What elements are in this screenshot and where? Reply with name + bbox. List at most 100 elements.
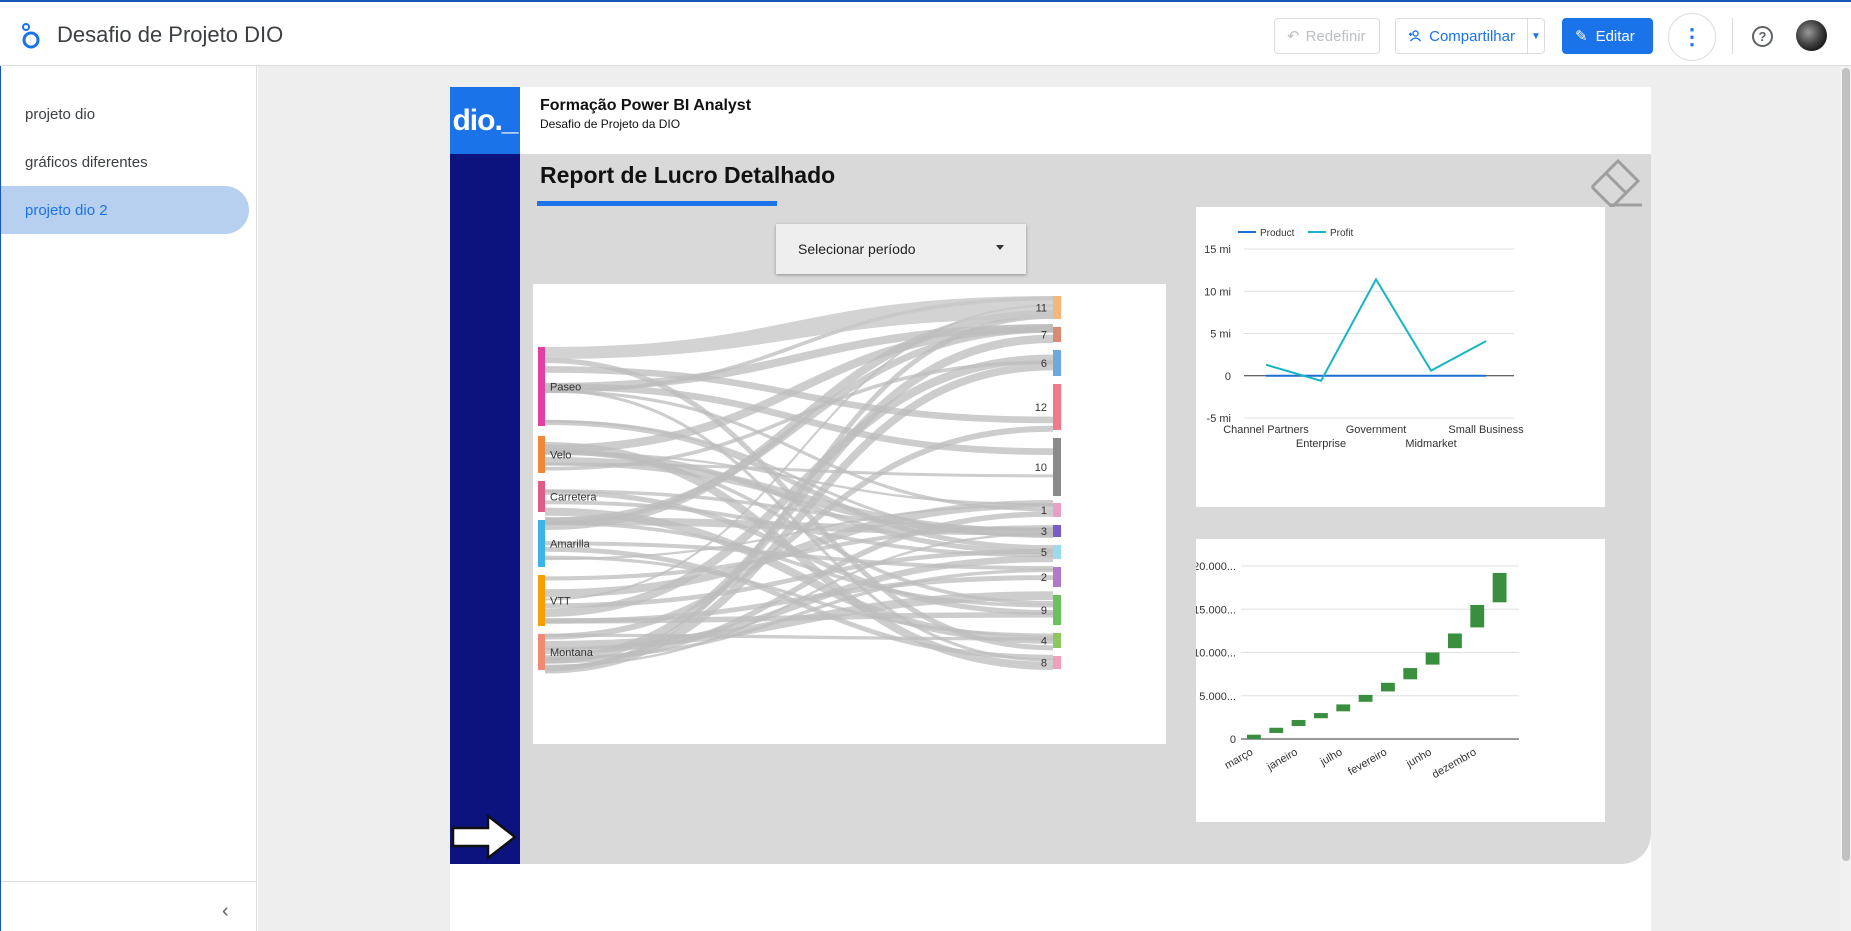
pages-sidebar: projeto dio gráficos diferentes projeto …	[0, 66, 257, 931]
y-tick-label: 10 mi	[1204, 286, 1231, 298]
x-tick-label: junho	[1404, 746, 1434, 770]
y-tick-label: 15.000...	[1196, 604, 1236, 616]
sankey-source-label: Amarilla	[550, 539, 591, 551]
legend-label: Product	[1260, 228, 1295, 239]
left-accent-bar	[450, 87, 520, 864]
collapse-sidebar-icon[interactable]: ‹	[222, 900, 229, 923]
share-dropdown-button[interactable]: ▼	[1527, 18, 1545, 54]
x-tick-label: Midmarket	[1405, 438, 1456, 450]
heading-underline	[537, 201, 777, 206]
waterfall-bar	[1247, 734, 1261, 739]
waterfall-bar	[1269, 727, 1284, 733]
sankey-source-node	[538, 436, 545, 473]
sankey-source-label: Carretera	[550, 492, 597, 504]
y-tick-label: 20.000...	[1196, 561, 1236, 573]
period-select-label: Selecionar período	[798, 241, 916, 257]
y-tick-label: 10.000...	[1196, 648, 1236, 660]
waterfall-bar	[1291, 719, 1306, 727]
sidebar-item-label: gráficos diferentes	[25, 153, 148, 171]
share-label: Compartilhar	[1429, 27, 1515, 45]
arrow-right-icon[interactable]	[450, 812, 518, 862]
scrollbar-thumb[interactable]	[1842, 68, 1850, 861]
sidebar-item-projeto-dio-2[interactable]: projeto dio 2	[1, 186, 249, 234]
y-tick-label: 0	[1230, 734, 1236, 746]
reset-label: Redefinir	[1305, 27, 1366, 45]
sankey-target-label: 7	[1041, 330, 1047, 342]
waterfall-bar	[1492, 572, 1507, 603]
sidebar-item-graficos-diferentes[interactable]: gráficos diferentes	[1, 138, 249, 186]
reset-button[interactable]: ↶ Redefinir	[1274, 18, 1380, 54]
waterfall-bar	[1403, 668, 1418, 680]
sankey-source-node	[538, 575, 545, 626]
sankey-target-node	[1053, 384, 1061, 430]
top-bar: Desafio de Projeto DIO ↶ Redefinir Compa…	[0, 0, 1851, 66]
waterfall-chart: 0 5.000... 10.000... 15.000... 20.000... març…	[1193, 539, 1605, 822]
sankey-target-node	[1053, 595, 1061, 625]
sidebar-item-label: projeto dio	[25, 105, 96, 123]
share-button[interactable]: Compartilhar	[1395, 18, 1528, 54]
sankey-source-label: VTT	[550, 596, 571, 608]
x-tick-label: julho	[1318, 746, 1345, 769]
waterfall-bar	[1358, 694, 1373, 702]
undo-icon: ↶	[1287, 28, 1300, 45]
waterfall-bar	[1336, 704, 1351, 712]
sankey-target-label: 12	[1035, 402, 1047, 414]
waterfall-bar	[1470, 604, 1485, 628]
x-tick-label: Channel Partners	[1223, 424, 1309, 436]
sidebar-item-label: projeto dio 2	[25, 201, 108, 219]
waterfall-bar	[1448, 633, 1462, 649]
sankey-target-node	[1053, 503, 1061, 517]
sankey-target-label: 3	[1041, 526, 1047, 538]
help-icon[interactable]: ?	[1752, 26, 1773, 47]
more-options-icon[interactable]: ⋮	[1668, 13, 1716, 61]
period-select-dropdown[interactable]: Selecionar período	[776, 224, 1026, 274]
report-subtitle: Desafio de Projeto da DIO	[540, 117, 681, 131]
x-tick-label: fevereiro	[1346, 746, 1389, 778]
sankey-source-node	[538, 481, 545, 512]
sankey-source-label: Montana	[550, 647, 594, 659]
avatar[interactable]	[1796, 20, 1827, 51]
sankey-target-label: 5	[1041, 547, 1047, 559]
sankey-target-label: 11	[1036, 303, 1047, 315]
line-chart: -5 mi 0 5 mi 10 mi 15 mi Channel Partners Ente…	[1196, 207, 1605, 507]
x-tick-label: março	[1223, 746, 1255, 772]
sankey-source-node	[538, 347, 545, 426]
sankey-source-label: Paseo	[550, 382, 581, 394]
sankey-target-label: 1	[1041, 505, 1047, 517]
sankey-target-label: 8	[1041, 658, 1047, 670]
sankey-target-node	[1053, 438, 1061, 496]
sankey-chart: Paseo Velo Carretera Amarilla VTT Montana 11 7 6…	[533, 284, 1166, 744]
edit-button[interactable]: ✎ Editar	[1562, 18, 1653, 54]
sankey-target-label: 9	[1041, 605, 1047, 617]
eraser-icon[interactable]	[1588, 157, 1644, 207]
caret-down-icon	[996, 245, 1004, 250]
waterfall-bar	[1314, 713, 1328, 719]
sankey-target-label: 10	[1035, 462, 1047, 474]
sankey-links	[544, 296, 1054, 674]
series-line-profit	[1265, 277, 1487, 383]
x-tick-label: Enterprise	[1296, 438, 1346, 450]
x-tick-label: dezembro	[1430, 746, 1478, 781]
sankey-target-node	[1053, 545, 1061, 559]
sankey-source-label: Velo	[550, 450, 571, 462]
sidebar-item-projeto-dio[interactable]: projeto dio	[1, 90, 249, 138]
x-tick-label: Government	[1346, 424, 1407, 436]
sankey-target-node	[1053, 327, 1061, 342]
y-tick-label: 0	[1225, 371, 1231, 383]
y-tick-label: 5 mi	[1210, 329, 1231, 341]
report-title: Formação Power BI Analyst	[540, 97, 752, 114]
person-add-icon	[1408, 30, 1422, 42]
sankey-source-node	[538, 634, 545, 670]
x-tick-label: janeiro	[1264, 746, 1299, 773]
sankey-target-node	[1053, 567, 1061, 587]
sankey-target-node	[1053, 296, 1061, 319]
caret-down-icon: ▼	[1531, 30, 1541, 42]
sankey-target-label: 2	[1041, 572, 1047, 584]
app-title[interactable]: Desafio de Projeto DIO	[57, 22, 283, 48]
dio-logo: dio._	[450, 87, 520, 154]
y-tick-label: 5.000...	[1199, 691, 1236, 703]
looker-studio-logo-icon	[22, 23, 40, 49]
pencil-icon: ✎	[1575, 28, 1588, 45]
report-page: dio._ Formação Power BI Analyst Desafio …	[450, 87, 1651, 931]
sankey-source-node	[538, 520, 545, 567]
